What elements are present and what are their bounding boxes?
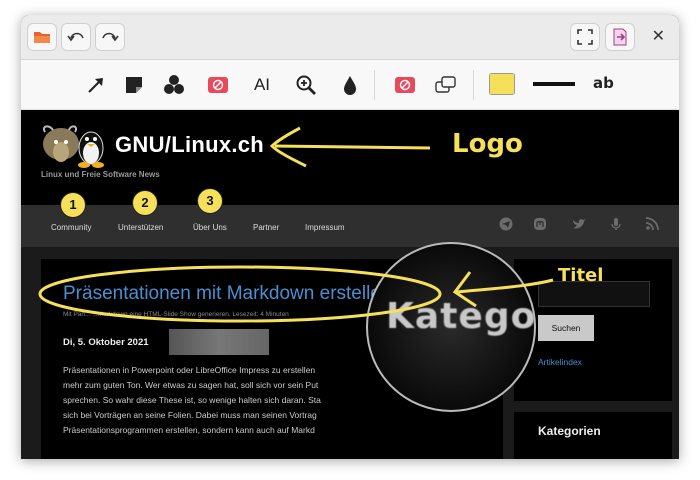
- folder-icon: [34, 32, 50, 43]
- redacted-area: [169, 329, 269, 355]
- excerpt-line: sprechen. So wahr diese These ist, so we…: [63, 395, 321, 405]
- numbered-circles-icon: [164, 75, 184, 94]
- text-tool-label: AI: [253, 75, 271, 94]
- mastodon-icon[interactable]: [533, 217, 547, 231]
- step-badge: 3: [197, 188, 223, 214]
- title-bar: ✕: [21, 15, 679, 60]
- droplet-icon: [344, 76, 356, 95]
- redact-icon: [208, 77, 228, 93]
- article-index-link[interactable]: Artikelindex: [538, 357, 582, 367]
- gnu-tux-logo-icon: [43, 125, 104, 168]
- categories-heading: Kategorien: [538, 424, 601, 438]
- excerpt-line: mehr zum guten Ton. Wer etwas zu sagen h…: [63, 380, 319, 390]
- nav-item-community[interactable]: Community: [51, 223, 91, 232]
- nav-item-about[interactable]: Über Uns: [193, 223, 227, 232]
- magnifier-lens[interactable]: Katego: [366, 242, 536, 412]
- excerpt-line: Präsentationen in Powerpoint oder LibreO…: [63, 365, 316, 375]
- telegram-icon[interactable]: [499, 217, 513, 231]
- arrow-tool[interactable]: [83, 72, 109, 98]
- sticker-tool[interactable]: [121, 72, 147, 98]
- nav-item-support[interactable]: Unterstützen: [118, 223, 163, 232]
- undo-button[interactable]: [61, 23, 91, 51]
- redact-tool[interactable]: [205, 72, 231, 98]
- article-date: Di, 5. Oktober 2021: [63, 337, 149, 348]
- step-badge: 1: [60, 192, 86, 218]
- export-icon: [613, 28, 627, 46]
- line-width-selector[interactable]: [533, 82, 575, 86]
- search-button[interactable]: Suchen: [538, 315, 594, 341]
- screenshot-editor-window: ✕ AI ab GNU/Linux.ch Linux und Freie Sof…: [21, 15, 679, 459]
- article-subtitle: Mit Pan... ...Markdown eine HTML-Slide S…: [63, 311, 289, 318]
- blur-tool[interactable]: [337, 72, 363, 98]
- arrow-icon: [88, 78, 103, 93]
- magnify-tool[interactable]: [293, 72, 319, 98]
- logo-annotation-label: Logo: [452, 129, 523, 159]
- undo-icon: [67, 32, 84, 42]
- site-nav: Community Unterstützen Über Uns Partner …: [21, 205, 679, 247]
- title-annotation-label: Titel: [558, 265, 604, 286]
- excerpt-line: sich bei Vorträgen an seine Folien. Dabe…: [63, 410, 317, 420]
- twitter-icon[interactable]: [572, 217, 586, 231]
- magnified-text: Katego: [386, 296, 536, 337]
- article-title[interactable]: Präsentationen mit Markdown erstellen: [63, 283, 391, 305]
- redo-button[interactable]: [95, 23, 125, 51]
- sidebar-categories-widget: Kategorien: [514, 412, 672, 459]
- font-selector[interactable]: ab: [593, 74, 614, 92]
- nav-item-imprint[interactable]: Impressum: [305, 223, 345, 232]
- step-badge: 2: [132, 190, 158, 216]
- rss-icon[interactable]: [645, 217, 659, 231]
- toolbar-divider: [473, 70, 474, 100]
- fill-color-swatch[interactable]: [489, 73, 515, 95]
- excerpt-line: Präsentationsprogrammen erstellen, sonde…: [63, 425, 315, 435]
- zoom-in-icon: [296, 75, 316, 95]
- no-fill-toggle[interactable]: [392, 72, 418, 98]
- open-file-button[interactable]: [27, 23, 57, 51]
- no-fill-icon: [395, 77, 415, 93]
- sticker-icon: [126, 77, 142, 93]
- redo-icon: [102, 32, 119, 42]
- rectangles-icon: [435, 76, 456, 93]
- fullscreen-button[interactable]: [570, 23, 600, 51]
- number-tool[interactable]: [161, 72, 187, 98]
- site-logo-text[interactable]: GNU/Linux.ch: [115, 132, 264, 158]
- article-excerpt: Präsentationen in Powerpoint oder LibreO…: [63, 363, 383, 438]
- toolbar-divider: [374, 70, 375, 100]
- site-tagline: Linux und Freie Software News: [41, 170, 160, 179]
- site-header: GNU/Linux.ch Linux und Freie Software Ne…: [21, 110, 679, 205]
- close-icon[interactable]: ✕: [652, 27, 665, 47]
- nav-item-partner[interactable]: Partner: [253, 223, 279, 232]
- microphone-icon[interactable]: [609, 217, 623, 231]
- annotation-toolbar: AI ab: [21, 60, 679, 110]
- fullscreen-icon: [577, 29, 593, 45]
- shape-tool[interactable]: [433, 72, 459, 98]
- export-button[interactable]: [605, 23, 635, 51]
- text-tool[interactable]: AI: [249, 72, 275, 98]
